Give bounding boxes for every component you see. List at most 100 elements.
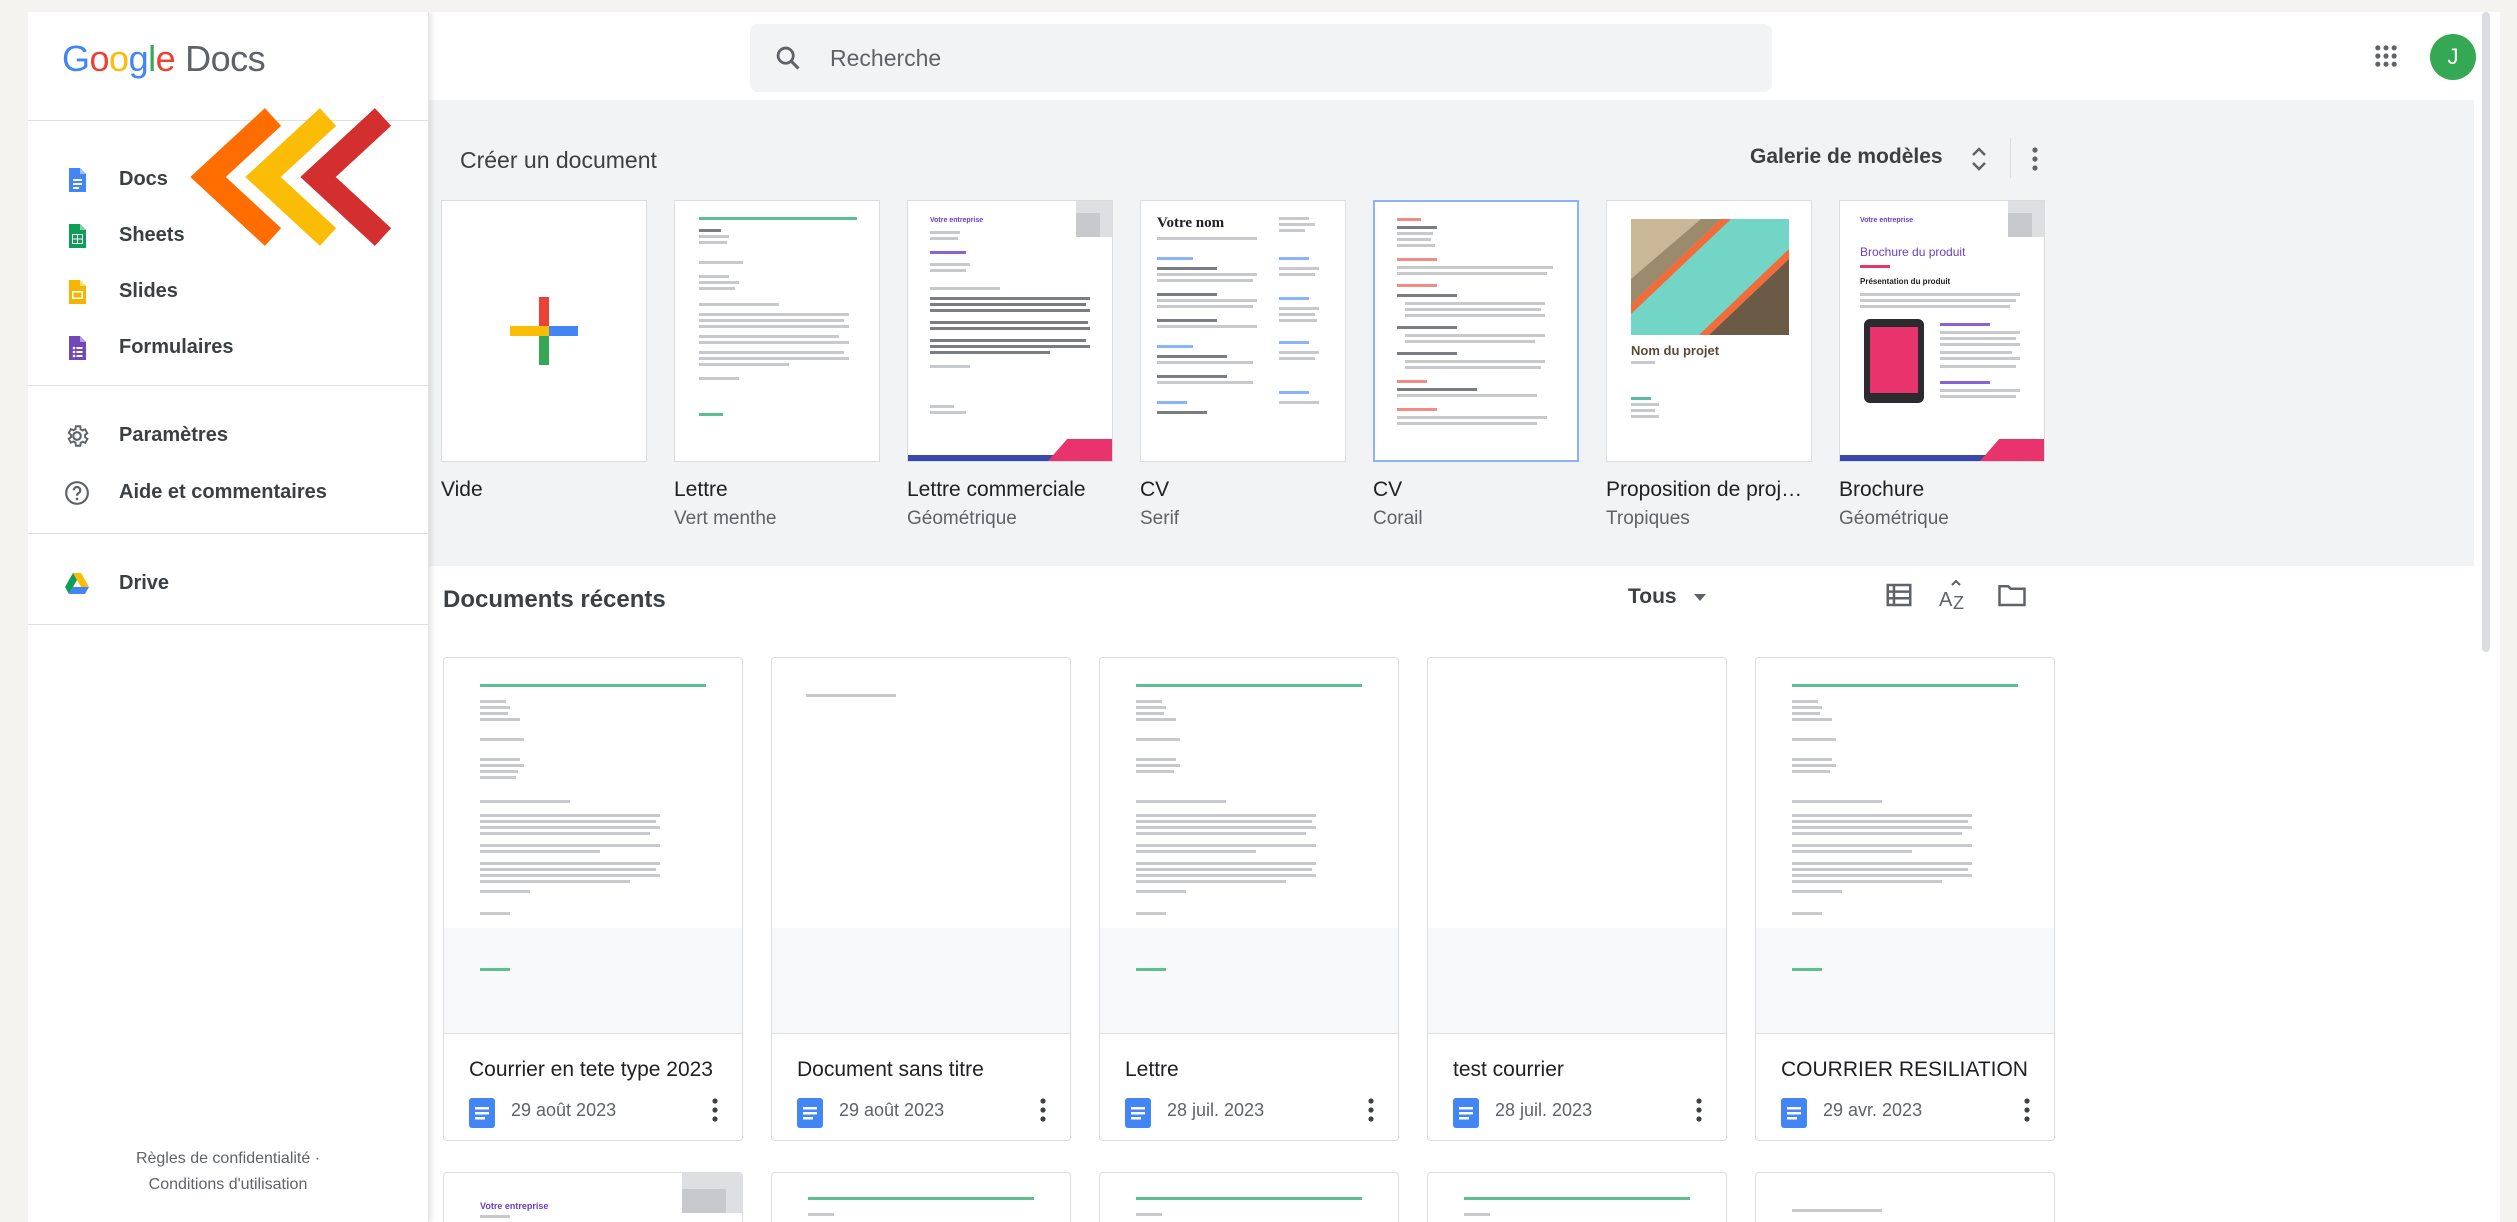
docs-icon [1781,1098,1807,1128]
commercial-company: Votre entreprise [930,217,984,224]
template-project-proposal[interactable]: Nom du projet Proposition de proj… Tropi… [1606,200,1812,530]
drive-icon [65,573,89,594]
template-letter-mint[interactable]: Lettre Vert menthe [674,200,880,530]
docs-icon [69,168,86,192]
template-style: Géométrique [907,508,1017,529]
sidebar-item-slides[interactable]: Slides [28,266,428,318]
footer-links: Règles de confidentialité · Conditions d… [28,1146,428,1198]
document-date: 28 juil. 2023 [1495,1100,1593,1120]
template-thumbnail: Votre entreprise Brochure du produit Pré… [1839,200,2045,462]
template-style: Vert menthe [674,508,777,529]
document-title: Document sans titre [797,1058,984,1081]
template-cv-serif[interactable]: Votre nom CV Serif [1140,200,1346,530]
recent-document-card[interactable] [1755,1172,2055,1222]
docs-icon [469,1098,495,1128]
gear-icon [67,425,89,447]
document-title: COURRIER RESILIATION [1781,1058,2028,1081]
gallery-title: Créer un document [460,147,657,173]
template-thumbnail: Votre nom [1140,200,1346,462]
cv-name: Votre nom [1157,215,1225,231]
plus-icon [510,297,578,365]
template-name: Lettre [674,478,728,501]
template-gallery: Créer un document Galerie de modèles Vid… [428,100,2474,566]
recent-document-card[interactable]: Document sans titre 29 août 2023 [771,657,1071,1141]
search-bar[interactable]: Recherche [750,24,1772,92]
sidebar-item-forms[interactable]: Formulaires [28,322,428,374]
owner-filter-dropdown[interactable]: Tous [1628,585,1708,609]
document-title: Lettre [1125,1058,1179,1081]
template-thumbnail [1373,200,1579,462]
template-brochure[interactable]: Votre entreprise Brochure du produit Pré… [1839,200,2045,530]
google-docs-logo[interactable]: Google Docs [62,38,266,80]
svg-text:A: A [1939,589,1953,611]
document-date: 29 avr. 2023 [1823,1100,1923,1120]
template-blank[interactable]: Vide [441,200,647,502]
docs-icon [1453,1098,1479,1128]
product-name: Docs [185,38,266,79]
sidebar-item-help[interactable]: Aide et commentaires [28,467,428,519]
owner-filter-label: Tous [1628,585,1677,608]
document-date: 28 juil. 2023 [1167,1100,1265,1120]
more-vert-icon[interactable] [2022,1094,2032,1126]
docs-icon [1125,1098,1151,1128]
sidebar-item-label: Slides [119,280,178,302]
more-vert-icon[interactable] [710,1094,720,1126]
sidebar-item-label: Docs [119,168,168,190]
unfold-icon[interactable] [1968,142,1990,176]
recent-document-card[interactable] [771,1172,1071,1222]
document-preview [1100,658,1398,1034]
scrollbar[interactable] [2482,12,2490,652]
template-name: Brochure [1839,478,1925,501]
document-preview-snippet: Votre entreprise [480,1201,549,1211]
sidebar: Google Docs Docs Sheets Slides Formulaire… [28,12,429,1222]
footer-separator: · [314,1150,321,1167]
document-date: 29 août 2023 [839,1100,945,1120]
template-gallery-button[interactable]: Galerie de modèles [1750,145,1943,169]
template-business-letter[interactable]: Votre entreprise Lettre commerciale Géom… [907,200,1113,530]
template-name: Lettre commerciale [907,478,1086,501]
sort-az-icon[interactable]: AZ [1938,580,1972,612]
sidebar-item-drive[interactable]: Drive [28,558,428,610]
more-vert-icon[interactable] [1038,1094,1048,1126]
template-cv-coral[interactable]: CV Corail [1373,200,1579,530]
sheets-icon [69,224,86,248]
recent-document-card[interactable] [1099,1172,1399,1222]
terms-link[interactable]: Conditions d'utilisation [149,1176,308,1193]
document-title: Courrier en tete type 2023 [469,1058,713,1081]
template-thumbnail [674,200,880,462]
recent-document-card[interactable]: test courrier 28 juil. 2023 [1427,657,1727,1141]
sidebar-item-label: Drive [119,572,170,594]
template-name: CV [1373,478,1403,501]
account-avatar[interactable]: J [2430,34,2476,80]
document-preview [1428,658,1726,1034]
sidebar-item-label: Paramètres [119,424,228,446]
list-view-icon[interactable] [1884,580,1914,610]
template-thumbnail [441,200,647,462]
document-date: 29 août 2023 [511,1100,617,1120]
privacy-link[interactable]: Règles de confidentialité [136,1150,310,1167]
brochure-company: Votre entreprise [1860,217,1914,224]
forms-icon [69,336,86,360]
brochure-title: Brochure du produit [1860,245,1966,259]
more-vert-icon[interactable] [1366,1094,1376,1126]
folder-icon[interactable] [1996,580,2028,610]
recent-document-card[interactable]: Lettre 28 juil. 2023 [1099,657,1399,1141]
recent-document-card[interactable]: Courrier en tete type 2023 29 août 2023 [443,657,743,1141]
more-vert-icon[interactable] [2028,142,2042,176]
more-vert-icon[interactable] [1694,1094,1704,1126]
recent-document-card[interactable]: COURRIER RESILIATION 29 avr. 2023 [1755,657,2055,1141]
apps-grid-icon[interactable] [2372,42,2400,70]
template-style: Serif [1140,508,1180,529]
recent-documents-title: Documents récents [443,586,666,613]
document-preview [1756,658,2054,1034]
sidebar-item-settings[interactable]: Paramètres [28,410,428,462]
template-name: CV [1140,478,1170,501]
template-name: Vide [441,478,483,501]
sidebar-item-label: Formulaires [119,336,234,358]
recent-document-card[interactable]: Votre entreprise [443,1172,743,1222]
recent-document-card[interactable] [1427,1172,1727,1222]
annotation-arrows [190,108,392,246]
template-thumbnail: Nom du projet [1606,200,1812,462]
template-thumbnail: Votre entreprise [907,200,1113,462]
search-input[interactable]: Recherche [830,45,941,72]
